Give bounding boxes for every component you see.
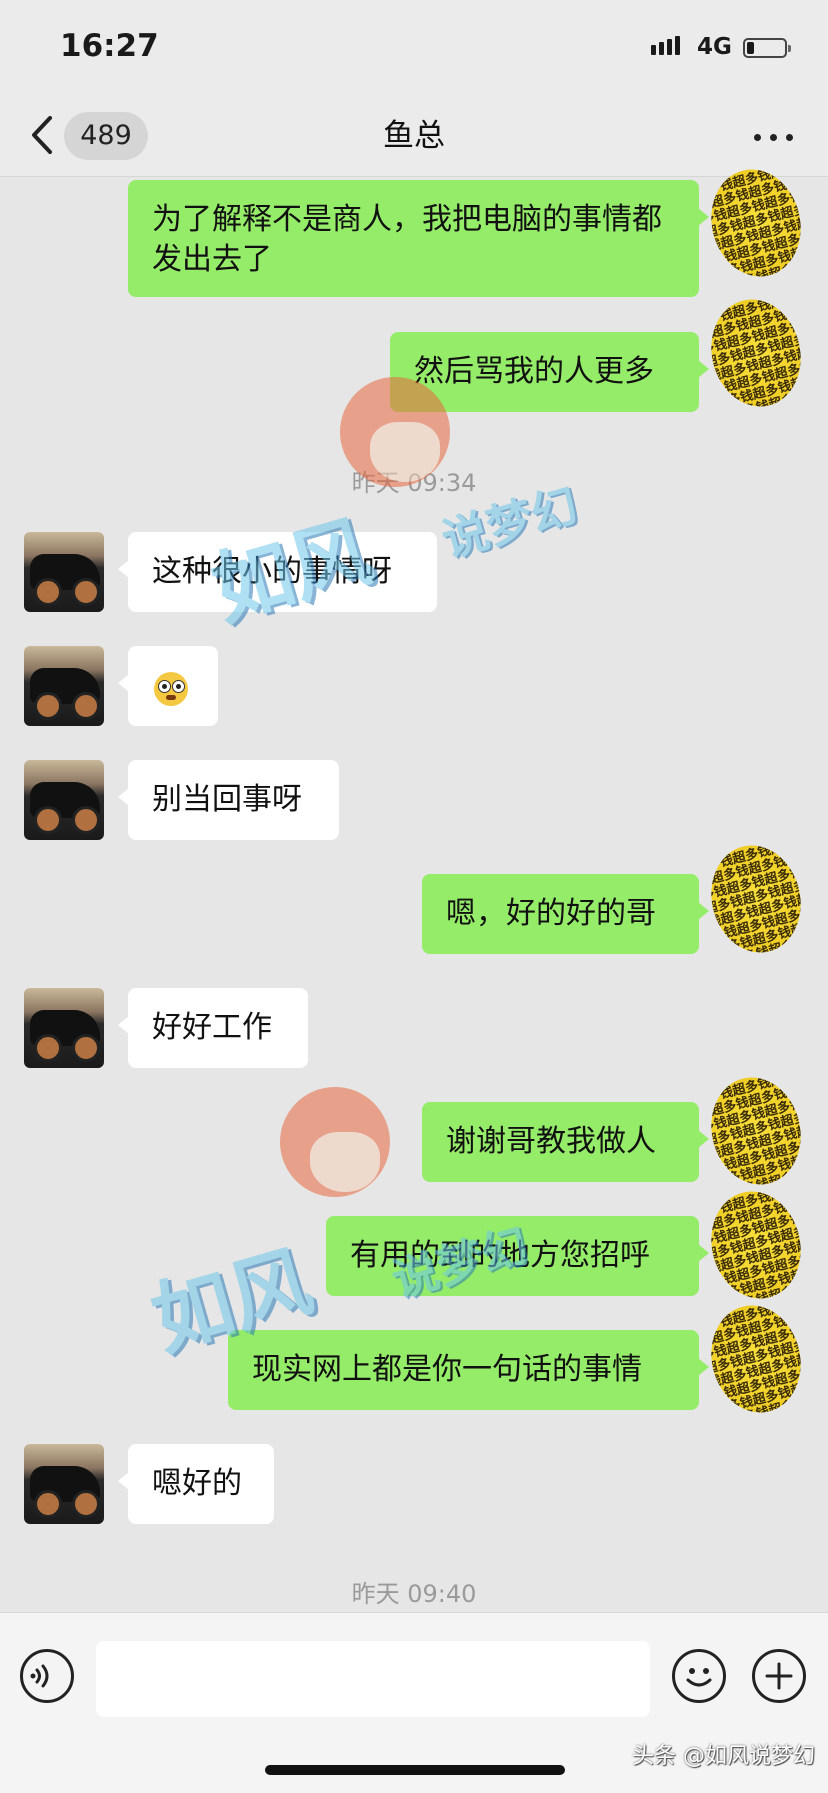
voice-icon bbox=[30, 1664, 49, 1688]
my-avatar[interactable]: 超多钱超多钱超多钱超多钱超多钱超多钱超多钱超多钱超多钱超多钱超多钱超多钱超多钱超… bbox=[700, 835, 812, 963]
contact-avatar[interactable] bbox=[24, 988, 104, 1068]
emoji-button[interactable] bbox=[672, 1649, 726, 1703]
message-bubble-incoming[interactable]: 这种很小的事情呀 bbox=[118, 532, 437, 612]
signal-icon bbox=[651, 36, 683, 55]
home-indicator[interactable] bbox=[265, 1765, 565, 1775]
status-time: 16:27 bbox=[60, 28, 159, 64]
message-bubble-outgoing[interactable]: 有用的到的地方您招呼 bbox=[326, 1216, 709, 1296]
shocked-face-emoji bbox=[154, 671, 188, 706]
chat-title: 鱼总 bbox=[383, 118, 445, 154]
message-timestamp: 昨天 09:34 bbox=[351, 469, 477, 497]
status-bar: 16:27 4G bbox=[0, 0, 828, 96]
message-bubble-outgoing[interactable]: 谢谢哥教我做人 bbox=[422, 1102, 709, 1182]
contact-avatar[interactable] bbox=[24, 646, 104, 726]
voice-button[interactable] bbox=[20, 1649, 74, 1703]
message-bubble-outgoing[interactable]: 然后骂我的人更多 bbox=[390, 332, 709, 412]
message-bubble-outgoing[interactable]: 为了解释不是商人，我把电脑的事情都发出去了 bbox=[128, 180, 709, 297]
more-button[interactable] bbox=[752, 112, 796, 160]
plus-button[interactable] bbox=[752, 1649, 806, 1703]
message-bubble-incoming[interactable]: 别当回事呀 bbox=[118, 760, 339, 840]
more-dots-icon bbox=[754, 134, 761, 141]
message-bubble-incoming[interactable]: 好好工作 bbox=[118, 988, 308, 1068]
message-bubble-outgoing[interactable]: 现实网上都是你一句话的事情 bbox=[228, 1330, 709, 1410]
network-type: 4G bbox=[697, 34, 732, 60]
my-avatar[interactable]: 超多钱超多钱超多钱超多钱超多钱超多钱超多钱超多钱超多钱超多钱超多钱超多钱超多钱超… bbox=[700, 1295, 812, 1423]
emoji-icon bbox=[686, 1668, 712, 1687]
contact-avatar[interactable] bbox=[24, 760, 104, 840]
chat-header: 489 鱼总 bbox=[0, 96, 828, 177]
battery-icon bbox=[743, 38, 791, 58]
my-avatar[interactable]: 超多钱超多钱超多钱超多钱超多钱超多钱超多钱超多钱超多钱超多钱超多钱超多钱超多钱超… bbox=[700, 289, 812, 417]
message-input[interactable] bbox=[96, 1641, 650, 1717]
source-watermark: 头条 @如风说梦幻 bbox=[632, 1744, 815, 1769]
message-timestamp: 昨天 09:40 bbox=[351, 1580, 477, 1608]
message-bubble-incoming[interactable]: 嗯好的 bbox=[118, 1444, 274, 1524]
chat-area[interactable]: 为了解释不是商人，我把电脑的事情都发出去了 超多钱超多钱超多钱超多钱超多钱超多钱… bbox=[0, 159, 828, 1612]
contact-avatar[interactable] bbox=[24, 1444, 104, 1524]
my-avatar[interactable]: 超多钱超多钱超多钱超多钱超多钱超多钱超多钱超多钱超多钱超多钱超多钱超多钱超多钱超… bbox=[700, 159, 812, 287]
message-bubble-incoming[interactable] bbox=[118, 646, 218, 726]
my-avatar[interactable]: 超多钱超多钱超多钱超多钱超多钱超多钱超多钱超多钱超多钱超多钱超多钱超多钱超多钱超… bbox=[700, 1181, 812, 1309]
message-bubble-outgoing[interactable]: 嗯，好的好的哥 bbox=[422, 874, 709, 954]
plus-icon bbox=[765, 1662, 793, 1690]
contact-avatar[interactable] bbox=[24, 532, 104, 612]
my-avatar[interactable]: 超多钱超多钱超多钱超多钱超多钱超多钱超多钱超多钱超多钱超多钱超多钱超多钱超多钱超… bbox=[700, 1067, 812, 1195]
